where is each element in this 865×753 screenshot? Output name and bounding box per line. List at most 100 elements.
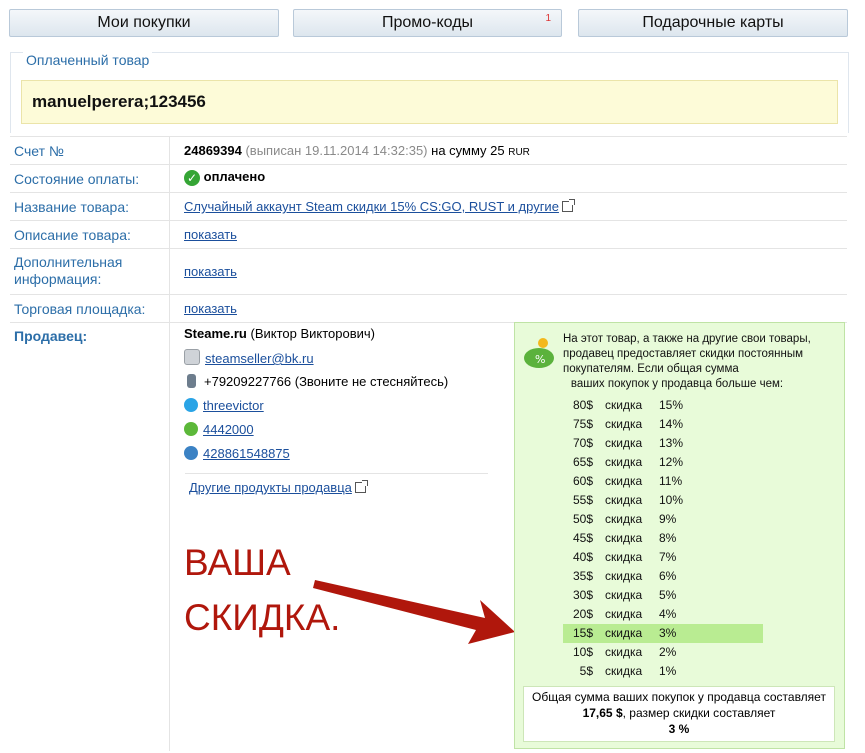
- tier-word: скидка: [605, 512, 643, 526]
- tier-percent: 13%: [659, 436, 684, 450]
- row-invoice: Счет № 24869394 (выписан 19.11.2014 14:3…: [10, 136, 847, 164]
- webmoney-icon: [184, 446, 198, 460]
- extra-info-label: Дополнительная информация:: [14, 254, 123, 287]
- tier-amount: 45$: [572, 531, 593, 545]
- arrow-icon: [313, 580, 515, 644]
- seller-person: (Виктор Викторович): [250, 326, 376, 341]
- discount-panel: % На этот товар, а также на другие свои …: [514, 322, 845, 749]
- product-description-label: Описание товара:: [14, 227, 131, 243]
- product-name-label: Название товара:: [14, 199, 130, 215]
- seller-email-line: steamseller@bk.ru: [184, 349, 489, 373]
- product-description-show-link[interactable]: показать: [184, 227, 237, 242]
- promo-count-badge: 1: [545, 13, 551, 24]
- seller-phone-line: +79209227766 (Звоните не стесняйтесь): [184, 373, 489, 397]
- tier-word: скидка: [605, 626, 643, 640]
- discount-tier-row: 80$ скидка 15%: [563, 396, 763, 415]
- other-products-link[interactable]: Другие продукты продавца: [189, 480, 352, 495]
- tier-percent: 11%: [659, 474, 683, 488]
- extra-info-show-link[interactable]: показать: [184, 264, 237, 279]
- tab-gift-cards[interactable]: Подарочные карты: [578, 9, 848, 37]
- payment-status-text: оплачено: [203, 169, 266, 184]
- tab-promo-codes[interactable]: Промо-коды 1: [293, 9, 562, 37]
- discount-tier-row: 45$ скидка 8%: [563, 529, 763, 548]
- tier-word: скидка: [605, 607, 643, 621]
- tier-amount: 70$: [572, 436, 593, 450]
- tier-amount: 75$: [572, 417, 593, 431]
- invoice-label: Счет №: [14, 143, 64, 159]
- marketplace-show-link[interactable]: показать: [184, 301, 237, 316]
- tier-word: скидка: [605, 417, 643, 431]
- tier-amount: 5$: [579, 664, 593, 678]
- marketplace-label: Торговая площадка:: [14, 301, 146, 317]
- summary-percent: 3 %: [668, 722, 690, 736]
- row-extra-info: Дополнительная информация: показать: [10, 248, 847, 294]
- tier-word: скидка: [605, 436, 643, 450]
- envelope-icon: [184, 349, 200, 365]
- paid-product-value[interactable]: manuelperera;123456: [32, 92, 206, 112]
- tier-percent: 5%: [659, 588, 677, 602]
- invoice-sum: на сумму 25: [431, 143, 505, 158]
- external-link-icon[interactable]: [561, 199, 575, 212]
- discount-tier-row: 20$ скидка 4%: [563, 605, 763, 624]
- tier-word: скидка: [605, 474, 643, 488]
- discount-tier-row: 40$ скидка 7%: [563, 548, 763, 567]
- tier-amount: 65$: [572, 455, 593, 469]
- other-products-line: Другие продукты продавца: [189, 480, 368, 495]
- seller-name-line: Steame.ru (Виктор Викторович): [184, 325, 489, 349]
- row-marketplace: Торговая площадка: показать: [10, 294, 847, 322]
- row-product-description: Описание товара: показать: [10, 220, 847, 248]
- discount-tier-row: 15$ скидка 3%: [563, 624, 763, 643]
- discount-tier-row: 5$ скидка 1%: [563, 662, 763, 681]
- skype-icon: [184, 398, 198, 412]
- seller-wm-link[interactable]: 428861548875: [203, 446, 290, 461]
- external-link-icon[interactable]: [354, 480, 368, 493]
- tier-percent: 8%: [659, 531, 677, 545]
- discount-tier-row: 55$ скидка 10%: [563, 491, 763, 510]
- product-name-link[interactable]: Случайный аккаунт Steam скидки 15% CS:GO…: [184, 199, 559, 214]
- seller-divider: [185, 473, 488, 474]
- tier-percent: 4%: [659, 607, 677, 621]
- seller-icq-line: 4442000: [184, 421, 489, 445]
- invoice-currency: RUR: [508, 147, 530, 158]
- discount-tier-row: 70$ скидка 13%: [563, 434, 763, 453]
- summary-mid: , размер скидки составляет: [622, 706, 776, 720]
- invoice-number: 24869394: [184, 143, 242, 158]
- tab-my-purchases[interactable]: Мои покупки: [9, 9, 279, 37]
- seller-details: Steame.ru (Виктор Викторович) steamselle…: [184, 325, 489, 469]
- seller-label: Продавец:: [14, 328, 88, 344]
- seller-icq-link[interactable]: 4442000: [203, 422, 254, 437]
- tier-word: скидка: [605, 455, 643, 469]
- seller-phone: +79209227766 (Звоните не стесняйтесь): [204, 374, 449, 389]
- tier-percent: 10%: [659, 493, 684, 507]
- tier-word: скидка: [605, 588, 643, 602]
- tier-percent: 1%: [659, 664, 677, 678]
- tier-amount: 35$: [572, 569, 593, 583]
- discount-tier-row: 75$ скидка 14%: [563, 415, 763, 434]
- tier-amount: 55$: [572, 493, 593, 507]
- tier-percent: 12%: [659, 455, 684, 469]
- discount-tier-row: 50$ скидка 9%: [563, 510, 763, 529]
- paid-product-panel: Оплаченный товар manuelperera;123456: [10, 52, 849, 133]
- discount-tier-row: 60$ скидка 11%: [563, 472, 763, 491]
- paid-product-box: manuelperera;123456: [21, 80, 838, 124]
- tier-amount: 60$: [572, 474, 593, 488]
- seller-skype-link[interactable]: threevictor: [203, 398, 264, 413]
- tier-word: скидка: [605, 493, 643, 507]
- tab-gift-cards-label: Подарочные карты: [642, 14, 784, 31]
- seller-email-link[interactable]: steamseller@bk.ru: [205, 351, 314, 366]
- discount-tier-row: 30$ скидка 5%: [563, 586, 763, 605]
- tier-word: скидка: [605, 645, 643, 659]
- tier-word: скидка: [605, 398, 643, 412]
- payment-status-value: ✓ оплачено: [184, 169, 265, 186]
- tier-amount: 15$: [572, 626, 593, 640]
- tier-word: скидка: [605, 531, 643, 545]
- discount-tier-row: 35$ скидка 6%: [563, 567, 763, 586]
- tier-percent: 7%: [659, 550, 677, 564]
- tier-amount: 10$: [572, 645, 593, 659]
- tier-percent: 3%: [659, 626, 677, 640]
- tier-amount: 40$: [572, 550, 593, 564]
- product-name-value: Случайный аккаунт Steam скидки 15% CS:GO…: [184, 199, 575, 214]
- callout-line-1: ВАША: [184, 542, 291, 583]
- tier-percent: 15%: [659, 398, 684, 412]
- invoice-value: 24869394 (выписан 19.11.2014 14:32:35) н…: [184, 143, 530, 158]
